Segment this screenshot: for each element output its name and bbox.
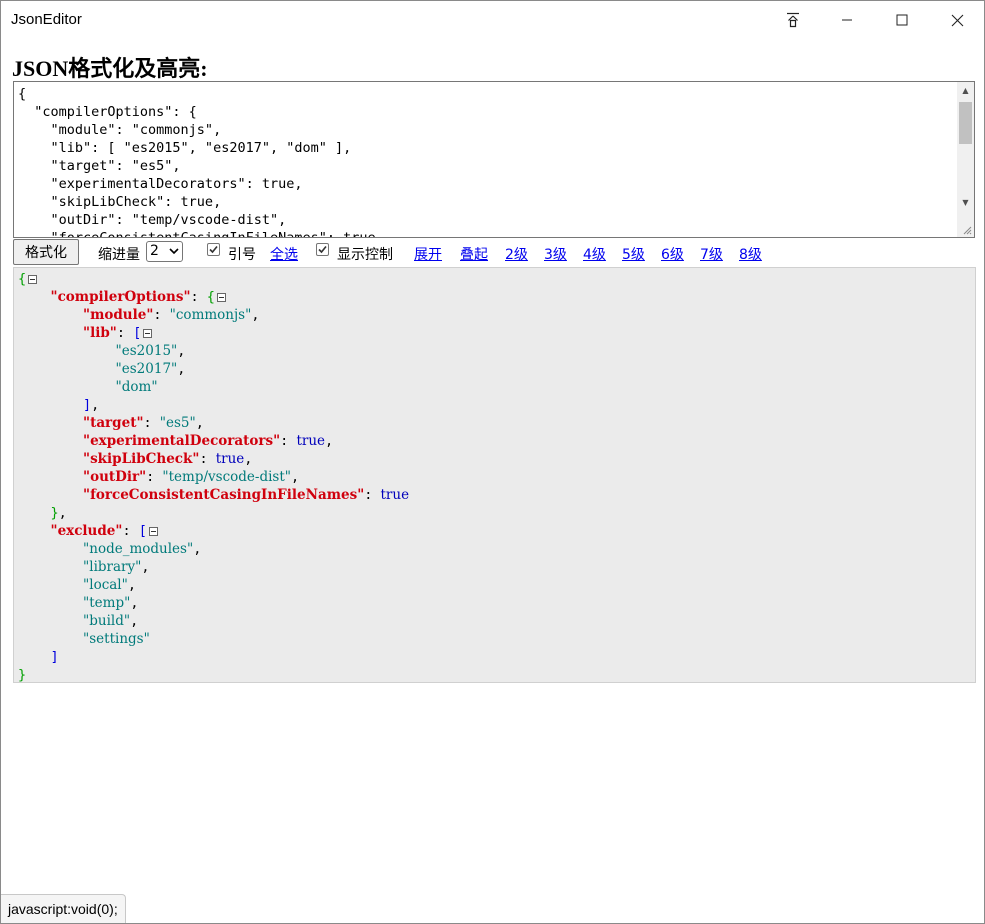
- select-all-link[interactable]: 全选: [270, 244, 298, 264]
- tree-key: "compilerOptions": [50, 289, 191, 305]
- pin-top-icon: [787, 12, 799, 28]
- pin-button[interactable]: [765, 1, 821, 39]
- maximize-icon: [896, 14, 908, 26]
- title-bar: JsonEditor: [1, 1, 984, 39]
- tree-string-value: "build": [83, 613, 131, 629]
- json-source-textarea[interactable]: { "compilerOptions": { "module": "common…: [13, 81, 975, 238]
- minimize-button[interactable]: [819, 1, 875, 39]
- source-line: "compilerOptions": {: [18, 104, 197, 120]
- tree-string-value: "library": [83, 559, 142, 575]
- scroll-thumb[interactable]: [959, 102, 972, 144]
- level-5-link[interactable]: 5级: [622, 244, 645, 264]
- tree-key: "forceConsistentCasingInFileNames": [83, 487, 365, 503]
- tree-bool-value: true: [380, 487, 410, 503]
- tree-key: "target": [83, 415, 144, 431]
- tree-string-value: "temp/vscode-dist": [162, 469, 291, 485]
- tree-string-value: "node_modules": [83, 541, 194, 557]
- level-3-link[interactable]: 3级: [544, 244, 567, 264]
- quote-label: 引号: [228, 247, 256, 263]
- level-6-link[interactable]: 6级: [661, 244, 684, 264]
- tree-string-value: "local": [83, 577, 128, 593]
- tree-key: "module": [83, 307, 154, 323]
- tree-string-value: "es2015": [115, 343, 178, 359]
- scroll-up-arrow-icon[interactable]: ▲: [957, 82, 974, 99]
- checkmark-icon: [318, 245, 327, 254]
- tree-string-value: "es2017": [115, 361, 178, 377]
- resize-grip-icon[interactable]: [962, 225, 972, 235]
- format-button[interactable]: 格式化: [13, 239, 79, 265]
- tree-string-value: "dom": [115, 379, 158, 395]
- tree-key: "lib": [83, 325, 117, 341]
- tree-bool-value: true: [215, 451, 245, 467]
- source-scrollbar[interactable]: ▲ ▼: [957, 82, 974, 237]
- source-line: "lib": [ "es2015", "es2017", "dom" ],: [18, 140, 352, 156]
- root-open-brace: {: [18, 271, 27, 287]
- indent-value: 2: [150, 243, 159, 259]
- level-2-link[interactable]: 2级: [505, 244, 528, 264]
- close-button[interactable]: [929, 1, 984, 39]
- tree-string-value: "settings": [83, 631, 150, 647]
- page-title: JSON格式化及高亮:: [12, 56, 208, 81]
- collapse-toggle-icon[interactable]: [216, 293, 226, 302]
- root-close-brace: }: [18, 667, 27, 683]
- source-line: "experimentalDecorators": true,: [18, 176, 303, 192]
- tree-key: "skipLibCheck": [83, 451, 200, 467]
- close-icon: [951, 14, 963, 26]
- source-line: "forceConsistentCasingInFileNames": true: [18, 230, 376, 238]
- maximize-button[interactable]: [874, 1, 930, 39]
- source-line: "module": "commonjs",: [18, 122, 222, 138]
- indent-select[interactable]: 2: [146, 241, 183, 262]
- tree-key: "experimentalDecorators": [83, 433, 281, 449]
- collapse-toggle-icon[interactable]: [148, 527, 158, 536]
- show-control-label: 显示控制: [337, 247, 393, 263]
- level-4-link[interactable]: 4级: [583, 244, 606, 264]
- json-source-text[interactable]: { "compilerOptions": { "module": "common…: [14, 82, 974, 238]
- tree-string-value: "es5": [159, 415, 196, 431]
- show-control-checkbox[interactable]: [316, 243, 329, 256]
- checkmark-icon: [209, 245, 218, 254]
- source-line: {: [18, 86, 27, 102]
- level-8-link[interactable]: 8级: [739, 244, 762, 264]
- tree-string-value: "commonjs": [169, 307, 252, 323]
- window-title: JsonEditor: [11, 11, 82, 28]
- source-line: "target": "es5",: [18, 158, 181, 174]
- minimize-icon: [842, 19, 852, 21]
- tree-key: "outDir": [83, 469, 147, 485]
- collapse-link[interactable]: 叠起: [460, 244, 488, 264]
- tree-key: "exclude": [50, 523, 123, 539]
- tree-bool-value: true: [296, 433, 325, 449]
- collapse-toggle-icon[interactable]: [143, 329, 153, 338]
- level-7-link[interactable]: 7级: [700, 244, 723, 264]
- scroll-down-arrow-icon[interactable]: ▼: [957, 194, 974, 211]
- collapse-toggle-icon[interactable]: [28, 275, 38, 284]
- indent-label: 缩进量: [98, 247, 140, 263]
- status-bar: javascript:void(0);: [1, 894, 126, 923]
- source-line: "skipLibCheck": true,: [18, 194, 222, 210]
- tree-string-value: "temp": [83, 595, 131, 611]
- chevron-down-icon: [169, 248, 179, 255]
- quote-checkbox[interactable]: [207, 243, 220, 256]
- json-tree-view: { "compilerOptions": { "module": "common…: [13, 267, 976, 683]
- source-line: "outDir": "temp/vscode-dist",: [18, 212, 287, 228]
- expand-link[interactable]: 展开: [414, 244, 442, 264]
- app-window: JsonEditor JSON格式化及高亮: { "compilerOption…: [0, 0, 985, 924]
